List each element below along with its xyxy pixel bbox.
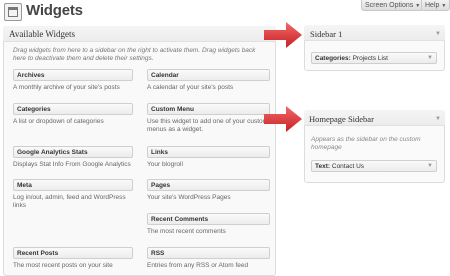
widget-type: Text: <box>315 163 331 170</box>
widget-pages[interactable]: Pages <box>147 179 270 191</box>
widget-title: Contact Us <box>331 163 365 170</box>
arrow-icon <box>264 106 302 132</box>
widgets-icon <box>4 3 22 21</box>
widget-rss[interactable]: RSS <box>147 247 270 259</box>
widget-google-analytics[interactable]: Google Analytics Stats <box>13 146 133 158</box>
widget-recent-posts[interactable]: Recent Posts <box>13 247 133 259</box>
widget-custom-menu-desc: Use this widget to add one of your custo… <box>147 118 269 133</box>
widget-calendar-desc: A calendar of your site's posts <box>147 84 234 91</box>
widget-calendar[interactable]: Calendar <box>147 69 270 81</box>
widget-links-desc: Your blogroll <box>147 161 183 168</box>
widget-categories[interactable]: Categories <box>13 103 133 115</box>
widget-title: Projects List <box>352 55 388 62</box>
widget-rss-desc: Entries from any RSS or Atom feed <box>147 262 249 269</box>
triangle-down-icon[interactable]: ▼ <box>435 31 441 37</box>
triangle-down-icon[interactable]: ▼ <box>427 53 433 64</box>
available-widgets-description: Drag widgets from here to a sidebar on t… <box>13 47 256 62</box>
homepage-sidebar-widget-text[interactable]: Text: Contact Us ▼ <box>311 160 437 172</box>
homepage-sidebar-title: Homepage Sidebar <box>309 114 374 124</box>
widget-recent-comments[interactable]: Recent Comments <box>147 213 270 225</box>
widget-meta-desc: Log in/out, admin, feed and WordPress li… <box>13 194 126 209</box>
screen-options-label: Screen Options <box>365 2 414 9</box>
help-label: Help <box>425 2 440 9</box>
chevron-down-icon: ▼ <box>415 3 421 9</box>
widget-recent-posts-desc: The most recent posts on your site <box>13 262 113 269</box>
arrow-icon <box>264 22 302 48</box>
screen-options-button[interactable]: Screen Options ▼ <box>361 0 425 11</box>
page-title: Widgets <box>26 2 83 19</box>
widget-pages-desc: Your site's WordPress Pages <box>147 194 231 201</box>
help-button[interactable]: Help ▼ <box>421 0 450 11</box>
triangle-down-icon[interactable]: ▼ <box>427 161 433 172</box>
widget-links[interactable]: Links <box>147 146 270 158</box>
widget-archives[interactable]: Archives <box>13 69 133 81</box>
homepage-sidebar-description: Appears as the sidebar on the custom hom… <box>311 136 421 151</box>
widget-archives-desc: A monthly archive of your site's posts <box>13 84 120 91</box>
widget-google-analytics-desc: Displays Stat Info From Google Analytics <box>13 161 131 168</box>
widget-recent-comments-desc: The most recent comments <box>147 228 226 235</box>
widget-type: Categories: <box>315 55 351 62</box>
triangle-down-icon[interactable]: ▼ <box>435 116 441 122</box>
sidebar-1-widget-categories[interactable]: Categories: Projects List ▼ <box>311 52 437 64</box>
widget-meta[interactable]: Meta <box>13 179 133 191</box>
widget-categories-desc: A list or dropdown of categories <box>13 118 104 125</box>
available-widgets-title: Available Widgets <box>9 29 76 39</box>
sidebar-1-title: Sidebar 1 <box>310 29 343 39</box>
chevron-down-icon: ▼ <box>441 3 447 9</box>
widget-custom-menu[interactable]: Custom Menu <box>147 103 270 115</box>
